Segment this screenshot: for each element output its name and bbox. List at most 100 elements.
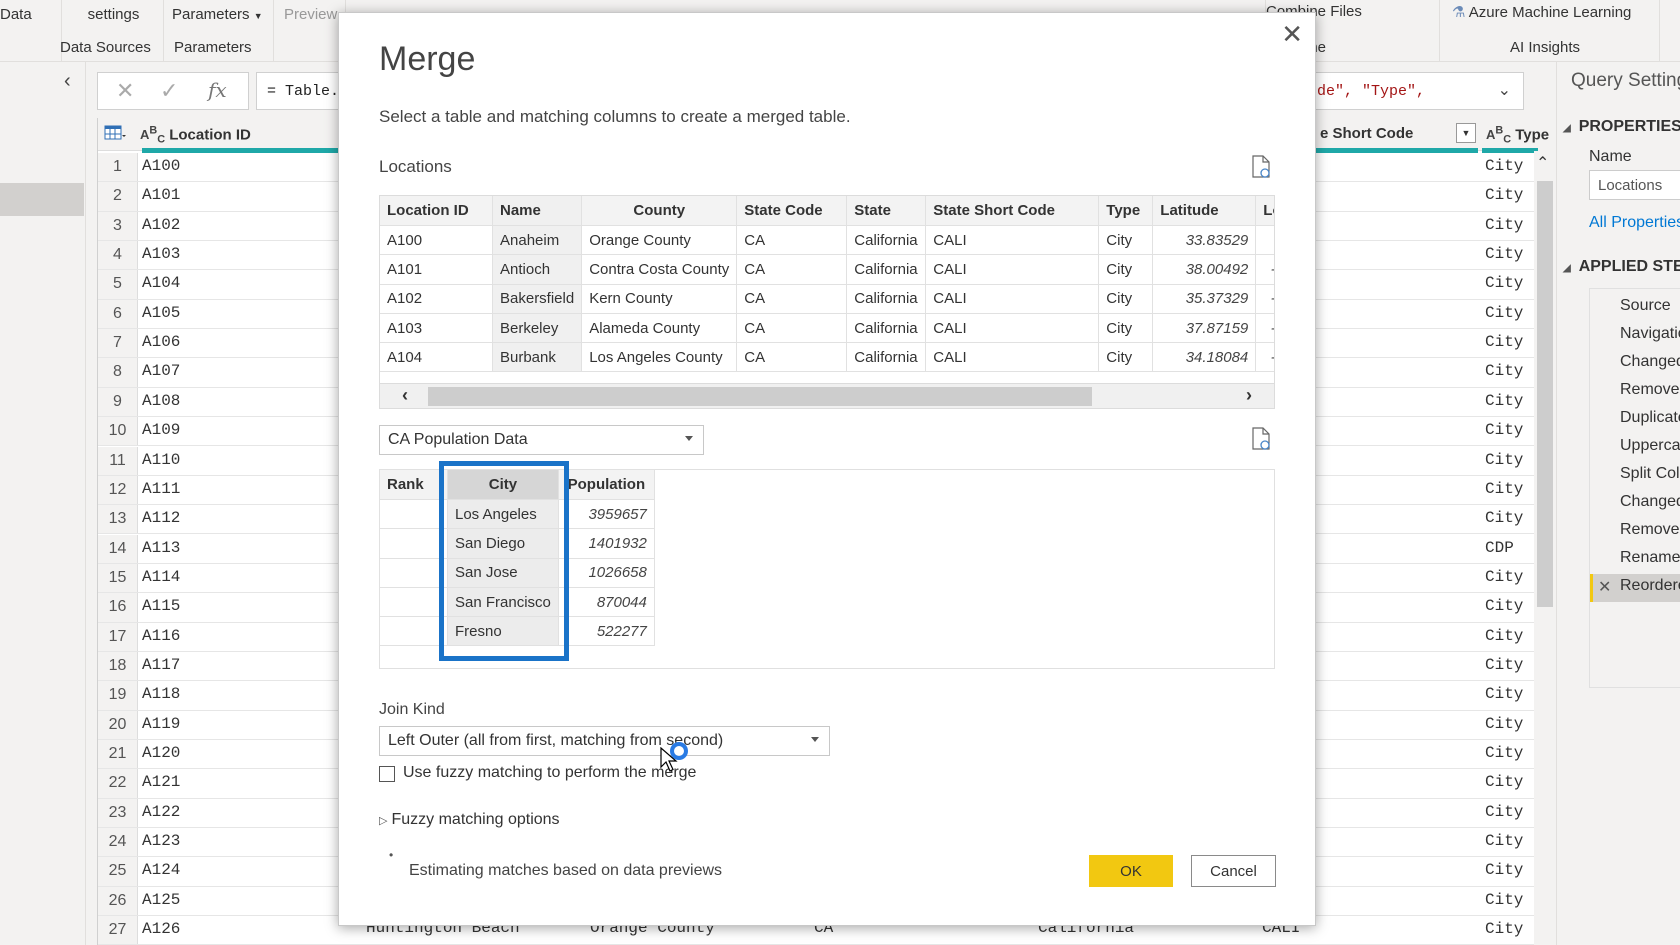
table-cell[interactable]: San Jose: [447, 557, 559, 588]
row-number: 10: [98, 417, 138, 446]
column-header-location-id[interactable]: ABC Location ID: [140, 125, 251, 146]
type-cell: City: [1485, 744, 1524, 762]
properties-section[interactable]: ◢ PROPERTIES: [1563, 118, 1680, 136]
row-number: 15: [98, 563, 138, 593]
column-filter-dropdown-icon[interactable]: ▼: [1456, 123, 1476, 143]
table-cell: California: [846, 312, 927, 344]
scroll-left-icon[interactable]: ‹: [402, 385, 408, 406]
ok-button[interactable]: OK: [1089, 855, 1173, 887]
location-id-cell: A112: [142, 509, 181, 528]
table-cell: Kern County: [581, 283, 738, 314]
commit-formula-icon[interactable]: ✓: [160, 78, 178, 104]
row-number: 7: [98, 329, 138, 358]
refresh-preview-button[interactable]: Preview: [284, 6, 337, 23]
table-cell[interactable]: Los Angeles: [447, 498, 559, 530]
enter-data-button[interactable]: Data: [0, 6, 32, 23]
row-number: 6: [98, 299, 138, 329]
manage-parameters-button[interactable]: Parameters ▼: [172, 6, 263, 23]
collapse-triangle-icon: ◢: [1563, 263, 1571, 274]
delete-step-icon[interactable]: ✕: [1598, 577, 1611, 597]
location-id-cell: A122: [142, 802, 181, 821]
all-properties-link[interactable]: All Properties: [1589, 214, 1680, 232]
applied-step[interactable]: Changed Type: [1620, 353, 1680, 371]
cancel-formula-icon[interactable]: ✕: [116, 78, 134, 104]
table-cell: 522277: [557, 616, 655, 647]
column-header[interactable]: City: [447, 469, 559, 500]
fuzzy-options-expander[interactable]: ▷ Fuzzy matching options: [379, 811, 560, 829]
column-header[interactable]: State: [846, 196, 927, 226]
row-number: 18: [98, 651, 138, 681]
ribbon-group-ai-insights: ⚗ Azure Machine Learning AI Insights: [1440, 0, 1660, 62]
location-id-cell: A117: [142, 655, 181, 674]
cancel-button[interactable]: Cancel: [1191, 855, 1276, 887]
formula-prefix: = Table.: [267, 83, 340, 100]
scrollbar-thumb[interactable]: [428, 387, 1092, 406]
table-cell[interactable]: San Diego: [447, 528, 559, 559]
column-header[interactable]: Name: [491, 196, 583, 226]
applied-step[interactable]: Duplicated Column: [1620, 409, 1680, 427]
expand-formula-chevron-icon[interactable]: ⌄: [1498, 80, 1511, 99]
column-header[interactable]: Location ID: [380, 196, 493, 226]
column-header-label: Location ID: [169, 126, 251, 144]
scroll-right-icon[interactable]: ›: [1246, 385, 1252, 406]
table-menu-icon[interactable]: [104, 125, 126, 145]
column-header-type[interactable]: ABC Type: [1486, 125, 1549, 146]
refresh-preview-icon[interactable]: [1251, 155, 1271, 179]
applied-step[interactable]: Source: [1620, 297, 1671, 315]
applied-step[interactable]: Removed Columns1: [1620, 521, 1680, 539]
applied-step[interactable]: Navigation: [1620, 325, 1680, 343]
table-cell: 35.37329: [1152, 283, 1257, 314]
grid-vertical-scrollbar[interactable]: ⌃: [1534, 151, 1556, 945]
type-cell: City: [1485, 333, 1524, 352]
fuzzy-matching-label[interactable]: Use fuzzy matching to perform the merge: [403, 764, 696, 782]
applied-step[interactable]: Reordered Columns: [1620, 577, 1680, 595]
scroll-up-icon[interactable]: ⌃: [1536, 153, 1549, 173]
selected-query-item[interactable]: [0, 183, 84, 216]
fuzzy-options-label: Fuzzy matching options: [391, 811, 560, 828]
type-cell: City: [1485, 802, 1524, 821]
table-cell: Anaheim: [491, 224, 583, 256]
collapse-queries-chevron-icon[interactable]: ‹: [64, 70, 71, 93]
scrollbar-thumb[interactable]: [1537, 181, 1553, 607]
applied-step[interactable]: Split Column: [1620, 465, 1680, 483]
close-dialog-button[interactable]: ✕: [1281, 19, 1303, 50]
query-name-input[interactable]: Locations: [1589, 170, 1680, 200]
table-cell: Alameda County: [581, 312, 738, 344]
applied-step[interactable]: Removed Columns: [1620, 381, 1680, 399]
formula-controls: ✕ ✓ fx: [97, 72, 249, 110]
location-id-cell: A108: [142, 391, 181, 410]
query-settings-title: Query Settings: [1571, 70, 1680, 91]
column-header[interactable]: County: [581, 196, 738, 226]
location-id-cell: A126: [142, 920, 181, 939]
column-header[interactable]: Latitude: [1152, 196, 1257, 226]
column-header[interactable]: Long: [1255, 196, 1274, 226]
table-cell[interactable]: Fresno: [447, 616, 559, 647]
row-number: 8: [98, 358, 138, 387]
column-header[interactable]: Population: [557, 469, 655, 500]
first-table-horizontal-scrollbar[interactable]: ‹ ›: [379, 383, 1275, 409]
second-table-dropdown[interactable]: CA Population Data: [379, 425, 704, 455]
fuzzy-matching-checkbox[interactable]: [379, 766, 395, 782]
column-header[interactable]: Type: [1098, 196, 1154, 226]
ribbon-group-enter-data: Data: [0, 0, 62, 62]
applied-step[interactable]: Renamed Columns: [1620, 549, 1680, 567]
column-header[interactable]: Rank: [379, 469, 448, 500]
location-id-cell: A124: [142, 861, 181, 880]
name-label: Name: [1589, 148, 1632, 165]
azure-ml-button[interactable]: ⚗ Azure Machine Learning: [1452, 3, 1631, 21]
column-header[interactable]: State Code: [736, 196, 848, 226]
table-cell[interactable]: San Francisco: [447, 586, 559, 618]
applied-step[interactable]: Changed Type1: [1620, 493, 1680, 511]
data-source-settings-button[interactable]: settings: [76, 6, 151, 23]
row-number: 1: [98, 153, 138, 182]
fx-icon[interactable]: fx: [208, 78, 227, 102]
location-id-cell: A102: [142, 215, 181, 234]
join-kind-dropdown[interactable]: Left Outer (all from first, matching fro…: [379, 726, 830, 756]
column-header[interactable]: State Short Code: [925, 196, 1100, 226]
applied-step[interactable]: Uppercased Text: [1620, 437, 1680, 455]
column-header-state-short-code[interactable]: e Short Code: [1320, 125, 1413, 142]
row-number: 19: [98, 681, 138, 710]
refresh-preview-icon[interactable]: [1251, 427, 1271, 451]
applied-steps-section[interactable]: ◢ APPLIED STEPS: [1563, 258, 1680, 276]
table-row: 3 San Jose 1026658: [379, 557, 655, 588]
